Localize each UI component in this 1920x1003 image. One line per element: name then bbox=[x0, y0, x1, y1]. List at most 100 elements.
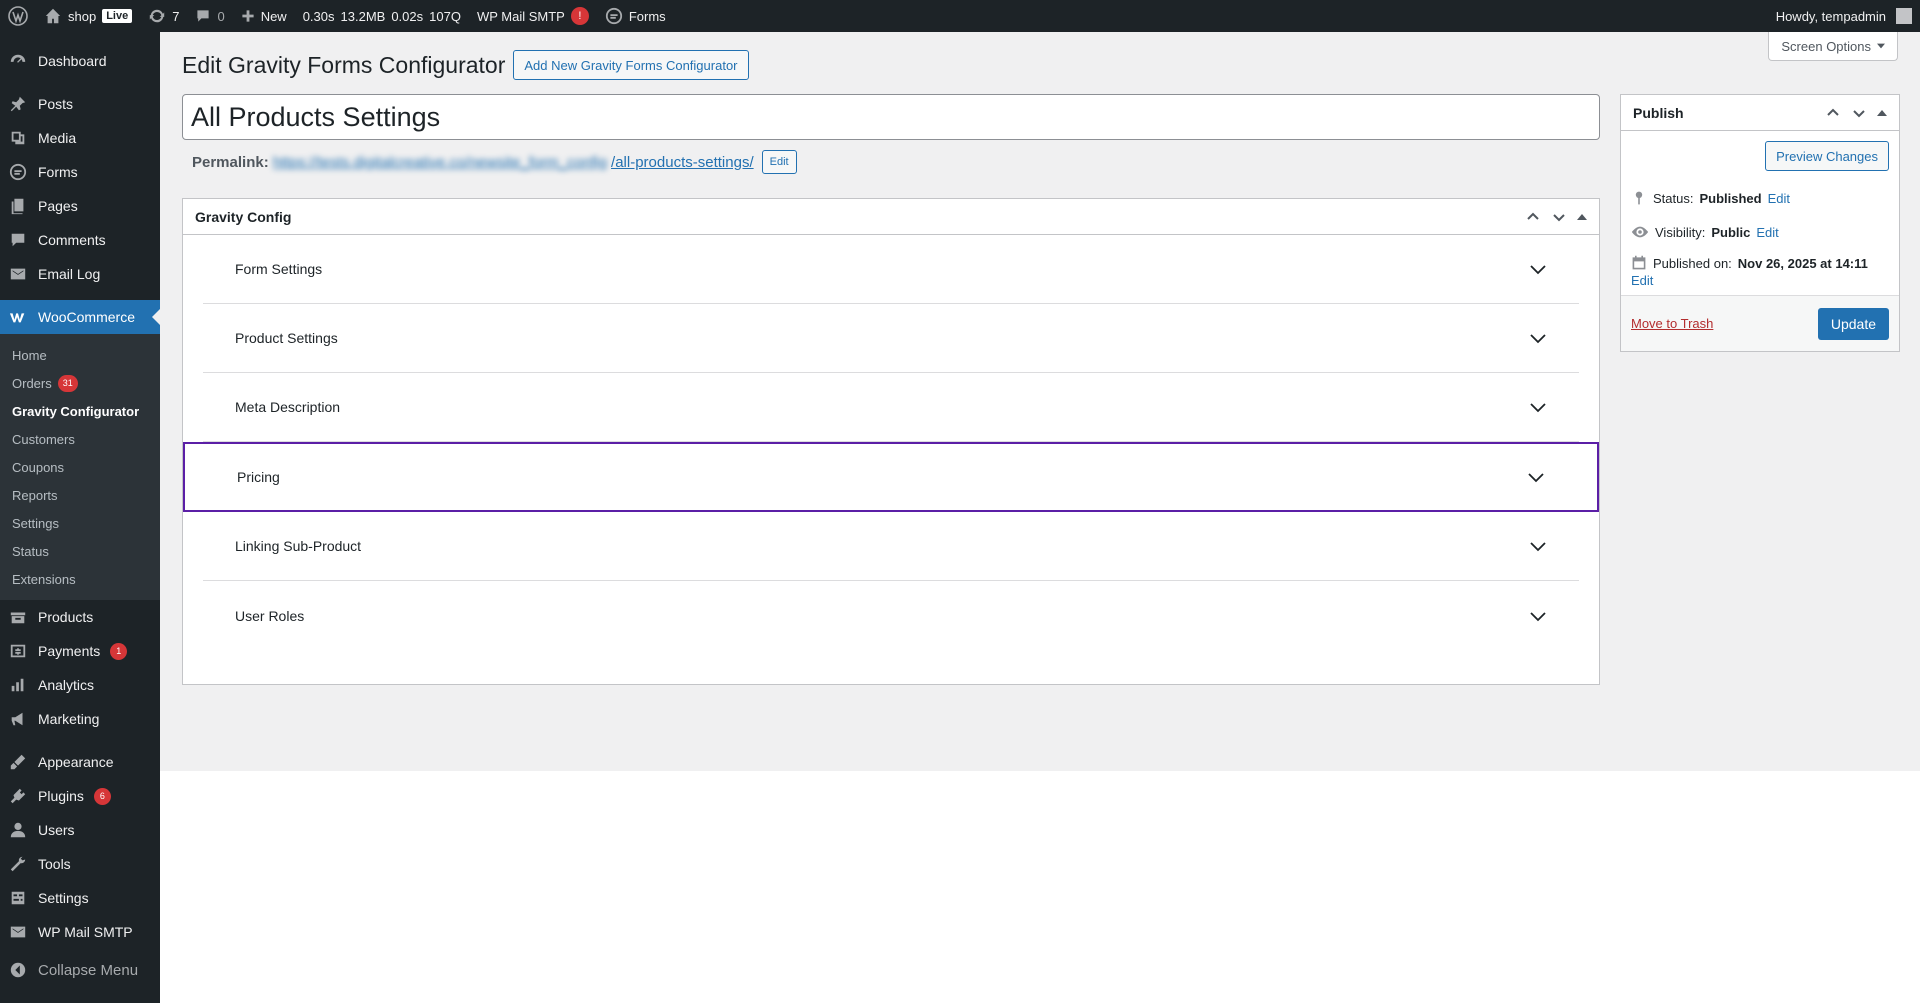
menu-label: WP Mail SMTP bbox=[38, 924, 133, 940]
status-edit-link[interactable]: Edit bbox=[1768, 191, 1790, 206]
permalink-base-url[interactable]: https://tests.digitalcreative.co/newsite… bbox=[273, 154, 607, 171]
comment-icon bbox=[195, 8, 211, 24]
menu-plugins[interactable]: Plugins 6 bbox=[0, 779, 160, 813]
chevron-down-icon bbox=[1529, 260, 1547, 278]
products-icon bbox=[8, 607, 28, 627]
comments-menu[interactable]: 0 bbox=[187, 0, 232, 32]
updates-icon bbox=[148, 7, 166, 25]
perf-memory: 13.2MB bbox=[340, 8, 386, 24]
post-title-input[interactable]: All Products Settings bbox=[182, 94, 1600, 140]
menu-label: Users bbox=[38, 822, 75, 838]
published-label: Published on: bbox=[1653, 255, 1732, 271]
submenu-item-home[interactable]: Home bbox=[0, 341, 160, 369]
menu-posts[interactable]: Posts bbox=[0, 87, 160, 121]
publish-box: Publish Preview Changes Status: Publishe… bbox=[1620, 94, 1900, 352]
forms-menu[interactable]: Forms bbox=[597, 0, 674, 32]
status-label: Status: bbox=[1653, 190, 1694, 206]
menu-email-log[interactable]: Email Log bbox=[0, 257, 160, 291]
screen-options-label: Screen Options bbox=[1781, 38, 1871, 54]
menu-analytics[interactable]: Analytics bbox=[0, 668, 160, 702]
menu-media[interactable]: Media bbox=[0, 121, 160, 155]
toggle-panel-icon[interactable] bbox=[1577, 212, 1587, 222]
gravity-config-title: Gravity Config bbox=[195, 208, 292, 225]
update-button[interactable]: Update bbox=[1817, 307, 1889, 340]
menu-label: Settings bbox=[38, 890, 89, 906]
email-icon bbox=[8, 264, 28, 284]
toggle-panel-icon[interactable] bbox=[1877, 108, 1887, 118]
chevron-down-icon bbox=[1529, 398, 1547, 416]
permalink-slug[interactable]: /all-products-settings/ bbox=[611, 154, 754, 171]
menu-users[interactable]: Users bbox=[0, 813, 160, 847]
visibility-label: Visibility: bbox=[1655, 224, 1706, 240]
plugins-badge: 6 bbox=[93, 787, 111, 805]
submenu-item-settings[interactable]: Settings bbox=[0, 509, 160, 537]
smtp-menu[interactable]: WP Mail SMTP ! bbox=[469, 0, 597, 32]
collapse-menu-label: Collapse Menu bbox=[38, 961, 139, 979]
menu-label: Products bbox=[38, 609, 94, 625]
add-new-button[interactable]: Add New Gravity Forms Configurator bbox=[513, 50, 749, 80]
publish-status: Status: Published Edit bbox=[1621, 181, 1899, 215]
submenu-item-status[interactable]: Status bbox=[0, 537, 160, 565]
submenu-item-customers[interactable]: Customers bbox=[0, 425, 160, 453]
menu-comments[interactable]: Comments bbox=[0, 223, 160, 257]
avatar bbox=[1896, 8, 1912, 24]
submenu-item-reports[interactable]: Reports bbox=[0, 481, 160, 509]
menu-label: Pages bbox=[38, 198, 78, 214]
woocommerce-submenu: Home Orders 31 Gravity Configurator Custo… bbox=[0, 334, 160, 600]
menu-tools[interactable]: Tools bbox=[0, 847, 160, 881]
menu-pages[interactable]: Pages bbox=[0, 189, 160, 223]
submenu-label: Gravity Configurator bbox=[12, 403, 140, 419]
visibility-edit-link[interactable]: Edit bbox=[1756, 225, 1778, 240]
submenu-item-gravity-configurator[interactable]: Gravity Configurator bbox=[0, 397, 160, 425]
users-icon bbox=[8, 820, 28, 840]
menu-forms[interactable]: Forms bbox=[0, 155, 160, 189]
new-content-menu[interactable]: New bbox=[233, 0, 295, 32]
permalink-edit-button[interactable]: Edit bbox=[761, 150, 797, 174]
accordion-label: User Roles bbox=[235, 607, 305, 624]
site-menu[interactable]: shop Live bbox=[36, 0, 140, 32]
visibility-value: Public bbox=[1711, 224, 1751, 240]
preview-changes-button[interactable]: Preview Changes bbox=[1765, 141, 1889, 171]
menu-payments[interactable]: Payments 1 bbox=[0, 634, 160, 668]
publish-header: Publish bbox=[1621, 95, 1899, 131]
chevron-up-icon[interactable] bbox=[1825, 105, 1841, 121]
updates-menu[interactable]: 7 bbox=[140, 0, 187, 32]
accordion-form-settings[interactable]: Form Settings bbox=[203, 235, 1579, 304]
chevron-down-icon[interactable] bbox=[1551, 209, 1567, 225]
menu-settings[interactable]: Settings bbox=[0, 881, 160, 915]
comment-icon bbox=[8, 230, 28, 250]
submenu-label: Status bbox=[12, 543, 49, 559]
smtp-alert-badge: ! bbox=[570, 7, 589, 25]
date-edit-link[interactable]: Edit bbox=[1631, 273, 1653, 288]
menu-label: Appearance bbox=[38, 754, 114, 770]
settings-icon bbox=[8, 888, 28, 908]
query-monitor[interactable]: 0.30s 13.2MB 0.02s 107Q bbox=[295, 0, 469, 32]
chevron-up-icon[interactable] bbox=[1525, 209, 1541, 225]
menu-dashboard[interactable]: Dashboard bbox=[0, 44, 160, 78]
collapse-menu-button[interactable]: Collapse Menu bbox=[0, 953, 160, 987]
accordion-linking-sub-product[interactable]: Linking Sub-Product bbox=[203, 512, 1579, 581]
menu-marketing[interactable]: Marketing bbox=[0, 702, 160, 736]
accordion-meta-description[interactable]: Meta Description bbox=[203, 373, 1579, 442]
account-menu[interactable]: Howdy, tempadmin bbox=[1768, 0, 1920, 32]
menu-woocommerce[interactable]: WooCommerce bbox=[0, 300, 160, 334]
perf-queries: 107Q bbox=[429, 8, 461, 24]
accordion-pricing[interactable]: Pricing bbox=[183, 442, 1599, 512]
accordion-product-settings[interactable]: Product Settings bbox=[203, 304, 1579, 373]
wordpress-logo-icon[interactable] bbox=[0, 0, 36, 32]
pin-icon bbox=[8, 94, 28, 114]
accordion-list: Form Settings Product Settings Meta Desc… bbox=[183, 235, 1599, 650]
appearance-icon bbox=[8, 752, 28, 772]
submenu-item-extensions[interactable]: Extensions bbox=[0, 565, 160, 593]
menu-label: Dashboard bbox=[38, 53, 107, 69]
menu-wp-mail-smtp[interactable]: WP Mail SMTP bbox=[0, 915, 160, 949]
menu-products[interactable]: Products bbox=[0, 600, 160, 634]
chevron-down-icon[interactable] bbox=[1851, 105, 1867, 121]
submenu-item-coupons[interactable]: Coupons bbox=[0, 453, 160, 481]
collapse-arrow-icon bbox=[8, 960, 28, 980]
menu-appearance[interactable]: Appearance bbox=[0, 745, 160, 779]
screen-options-button[interactable]: Screen Options bbox=[1768, 32, 1898, 61]
accordion-user-roles[interactable]: User Roles bbox=[203, 581, 1579, 650]
move-to-trash-link[interactable]: Move to Trash bbox=[1631, 316, 1713, 331]
submenu-item-orders[interactable]: Orders 31 bbox=[0, 369, 160, 397]
